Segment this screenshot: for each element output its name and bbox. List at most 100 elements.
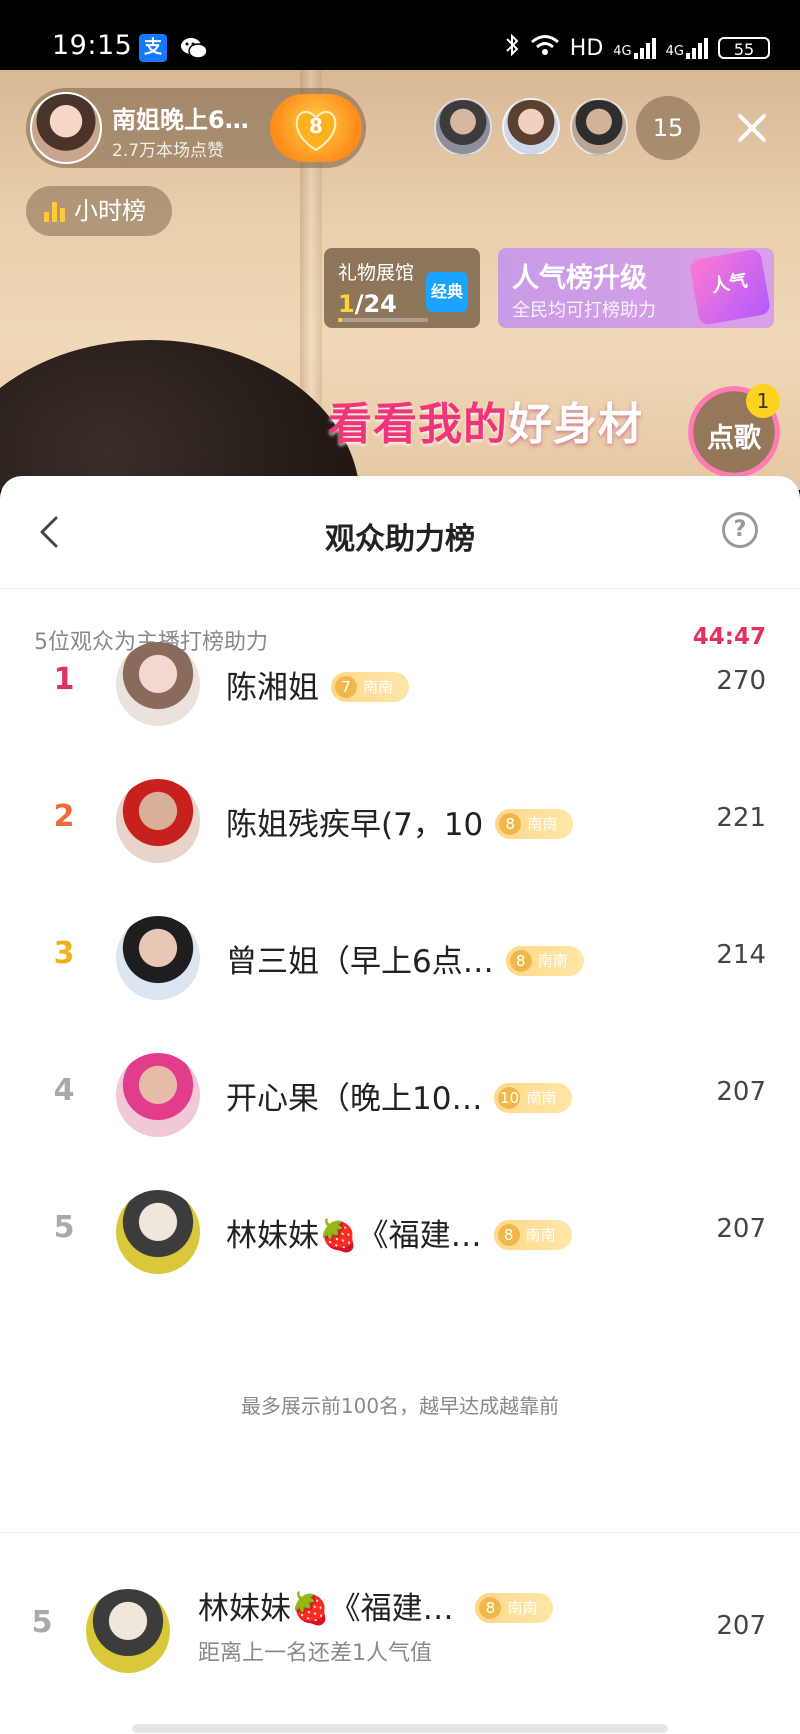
user-name: 开心果（晚上10… 10 南南 (226, 1073, 573, 1118)
user-name: 陈姐残疾早(7，10 8 南南 (226, 799, 574, 844)
host-name: 南姐晚上6… (112, 106, 249, 134)
user-name-text: 陈姐残疾早(7，10 (226, 807, 484, 843)
fan-level-badge: 10 南南 (494, 1082, 573, 1113)
fan-club-name: 南南 (363, 677, 394, 696)
user-name: 曾三姐（早上6点… 8 南南 (226, 936, 584, 981)
ranking-row[interactable]: 2 陈姐残疾早(7，10 8 南南 221 (0, 763, 800, 883)
host-avatar[interactable] (30, 92, 102, 164)
user-avatar[interactable] (116, 1053, 200, 1137)
support-score: 270 (716, 666, 766, 696)
ranking-row[interactable]: 5 林妹妹🍓《福建… 8 南南 207 (0, 1174, 800, 1294)
bar-chart-icon (44, 202, 65, 222)
my-rank-number: 5 (31, 1605, 53, 1640)
status-time: 19:15 (52, 30, 133, 61)
sheet-title: 观众助力榜 (325, 522, 475, 557)
gift-hall-title: 礼物展馆 (338, 262, 415, 284)
fan-level-number: 10 (498, 1086, 521, 1109)
song-request-label: 点歌 (707, 423, 761, 454)
ranking-row[interactable]: 3 曾三姐（早上6点… 8 南南 214 (0, 900, 800, 1020)
signal-icon-sim1: 4G (613, 37, 656, 59)
support-score: 221 (716, 803, 766, 833)
popularity-badge-icon: 人气 (688, 248, 772, 326)
user-name: 林妹妹🍓《福建… 8 南南 (226, 1210, 572, 1255)
user-avatar[interactable] (116, 779, 200, 863)
user-name-text: 陈湘姐 (226, 670, 319, 706)
fan-level-badge: 7 南南 (331, 671, 410, 702)
fan-level-number: 8 (499, 812, 522, 835)
user-name-text: 林妹妹🍓《福建… (226, 1218, 482, 1254)
help-icon[interactable]: ? (722, 512, 758, 548)
wifi-icon (530, 33, 560, 63)
top-viewer-avatar[interactable] (570, 98, 628, 156)
user-avatar[interactable] (116, 1190, 200, 1274)
status-bar: 19:15 支 HD 4G 4G 55 (0, 0, 800, 70)
rank-number: 2 (53, 799, 75, 834)
user-name-text: 曾三姐（早上6点… (226, 944, 494, 980)
signal2-label: 4G (665, 44, 684, 59)
battery-icon: 55 (718, 37, 770, 59)
ranking-row[interactable]: 4 开心果（晚上10… 10 南南 207 (0, 1037, 800, 1157)
bluetooth-icon (504, 33, 520, 63)
fan-level-badge: 8 南南 (493, 1219, 572, 1250)
overlay-text-white: 好身材 (508, 399, 643, 450)
host-info-chip[interactable]: 南姐晚上6… 2.7万本场点赞 8 (26, 88, 366, 168)
fan-level-badge: 8 南南 (495, 808, 574, 839)
fan-club-name: 南南 (527, 814, 558, 833)
popularity-subtitle: 全民均可打榜助力 (512, 300, 656, 321)
fan-club-name: 南南 (525, 1225, 556, 1244)
fan-level-number: 8 (479, 1596, 502, 1619)
popularity-title: 人气榜升级 (512, 263, 647, 294)
my-name-text: 林妹妹🍓《福建… (198, 1591, 454, 1627)
my-rank-row[interactable]: 5 林妹妹🍓《福建… 8 南南 距离上一名还差1人气值 207 (0, 1532, 800, 1734)
song-count-badge: 1 (746, 384, 780, 418)
my-gap-text: 距离上一名还差1人气值 (198, 1641, 432, 1666)
fan-level-number: 8 (497, 1223, 520, 1246)
stream-overlay-text: 看看我的好身材 (328, 388, 643, 452)
signal-icon-sim2: 4G (666, 37, 708, 59)
gift-hall-progress-text: 1/24 (338, 290, 397, 318)
user-name-text: 开心果（晚上10… (226, 1081, 483, 1117)
user-avatar[interactable] (116, 916, 200, 1000)
gift-hall-progress-bar (338, 318, 428, 322)
footnote: 最多展示前100名，越早达成越靠前 (240, 1394, 560, 1418)
viewer-count-button[interactable]: 15 (636, 96, 700, 160)
ranking-row[interactable]: 1 陈湘姐 7 南南 270 (0, 626, 800, 746)
support-score: 207 (716, 1214, 766, 1244)
fan-club-name: 南南 (537, 951, 568, 970)
audience-support-sheet: 观众助力榜 ? 5位观众为主播打榜助力 44:47 1陈湘姐7南南2702陈姐残… (0, 476, 800, 1734)
hour-rank-button[interactable]: 小时榜 (26, 186, 172, 236)
my-score: 207 (716, 1611, 766, 1641)
fan-level-number: 8 (509, 949, 532, 972)
overlay-text-pink: 看看我的 (328, 399, 508, 450)
rank-number: 3 (53, 936, 75, 971)
my-name: 林妹妹🍓《福建… 8 南南 (198, 1583, 554, 1628)
fan-club-name: 南南 (526, 1088, 557, 1107)
gift-hall-button[interactable]: 礼物展馆 1/24 经典 (324, 248, 480, 328)
fan-level-badge: 8 南南 (475, 1592, 554, 1623)
host-likes: 2.7万本场点赞 (112, 141, 225, 161)
fan-club-heart-button[interactable]: 8 (270, 94, 362, 162)
top-viewer-avatar[interactable] (502, 98, 560, 156)
sheet-header: 观众助力榜 ? (0, 476, 800, 589)
user-avatar[interactable] (116, 642, 200, 726)
signal1-label: 4G (613, 44, 632, 59)
hour-rank-label: 小时榜 (74, 197, 146, 225)
rank-number: 1 (53, 662, 75, 697)
close-icon[interactable] (728, 104, 776, 152)
fan-level-badge: 8 南南 (505, 945, 584, 976)
fan-level: 8 (309, 114, 323, 138)
rank-number: 5 (53, 1210, 75, 1245)
home-indicator (132, 1724, 668, 1733)
popularity-upgrade-banner[interactable]: 人气榜升级 全民均可打榜助力 人气 (498, 248, 774, 328)
gift-hall-tag: 经典 (426, 272, 468, 312)
my-avatar[interactable] (86, 1589, 170, 1673)
support-score: 214 (716, 940, 766, 970)
fan-level-number: 7 (335, 675, 357, 698)
support-score: 207 (716, 1077, 766, 1107)
user-name: 陈湘姐 7 南南 (226, 662, 410, 707)
hd-label: HD (569, 35, 604, 61)
rank-number: 4 (53, 1073, 75, 1108)
wechat-icon (180, 34, 208, 62)
top-viewer-avatar[interactable] (434, 98, 492, 156)
alipay-icon: 支 (139, 34, 167, 62)
